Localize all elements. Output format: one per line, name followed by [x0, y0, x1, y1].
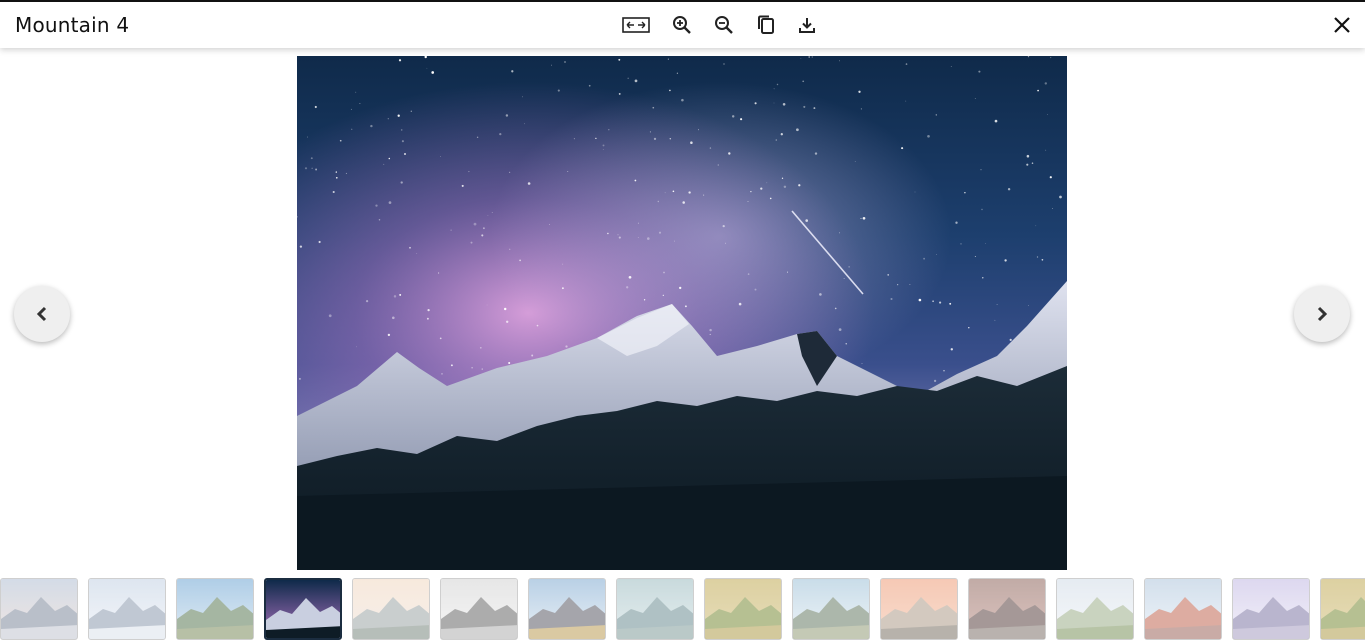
- next-button[interactable]: [1294, 286, 1350, 342]
- thumbnail-10[interactable]: [792, 578, 870, 640]
- chevron-left-icon: [36, 306, 47, 322]
- thumbnail-15[interactable]: [1232, 578, 1310, 640]
- thumbnail-5[interactable]: [352, 578, 430, 640]
- thumbnail-6[interactable]: [440, 578, 518, 640]
- download-icon[interactable]: [795, 13, 819, 37]
- thumbnail-3[interactable]: [176, 578, 254, 640]
- thumbnail-2[interactable]: [88, 578, 166, 640]
- zoom-in-icon[interactable]: [670, 13, 694, 37]
- viewer-toolbar: Mountain 4: [0, 0, 1365, 48]
- thumbnail-9[interactable]: [704, 578, 782, 640]
- thumbnail-strip: [0, 578, 1365, 642]
- copy-icon[interactable]: [754, 13, 778, 37]
- thumbnail-11[interactable]: [880, 578, 958, 640]
- thumbnail-14[interactable]: [1144, 578, 1222, 640]
- thumbnail-16[interactable]: [1320, 578, 1365, 640]
- previous-button[interactable]: [14, 286, 70, 342]
- thumbnail-1[interactable]: [0, 578, 78, 640]
- thumbnail-8[interactable]: [616, 578, 694, 640]
- fit-width-icon[interactable]: [622, 13, 650, 37]
- zoom-out-icon[interactable]: [712, 13, 736, 37]
- thumbnail-4[interactable]: [264, 578, 342, 640]
- image-title: Mountain 4: [15, 13, 130, 37]
- chevron-right-icon: [1317, 306, 1328, 322]
- thumbnail-7[interactable]: [528, 578, 606, 640]
- thumbnail-13[interactable]: [1056, 578, 1134, 640]
- thumbnail-12[interactable]: [968, 578, 1046, 640]
- close-icon[interactable]: [1330, 13, 1354, 37]
- main-image: [297, 56, 1067, 570]
